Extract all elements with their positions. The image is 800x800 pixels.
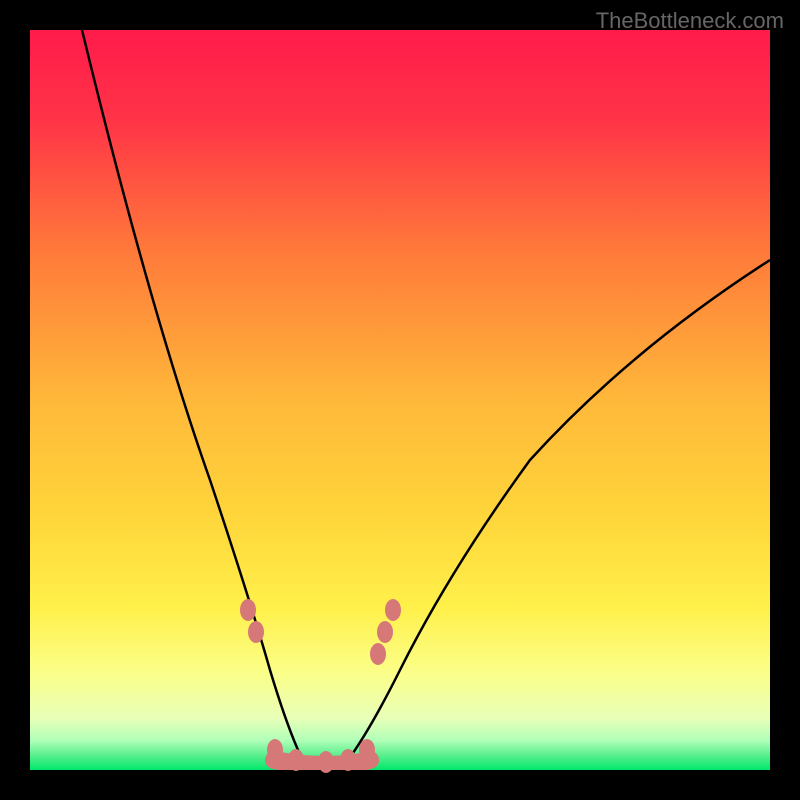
marker [248, 621, 264, 643]
marker [240, 599, 256, 621]
marker [318, 751, 334, 773]
marker [267, 739, 283, 761]
plot-area [30, 30, 770, 770]
marker [377, 621, 393, 643]
marker [288, 749, 304, 771]
marker [340, 749, 356, 771]
data-markers [30, 30, 770, 770]
marker [359, 739, 375, 761]
marker [385, 599, 401, 621]
marker [370, 643, 386, 665]
watermark-text: TheBottleneck.com [596, 8, 784, 34]
